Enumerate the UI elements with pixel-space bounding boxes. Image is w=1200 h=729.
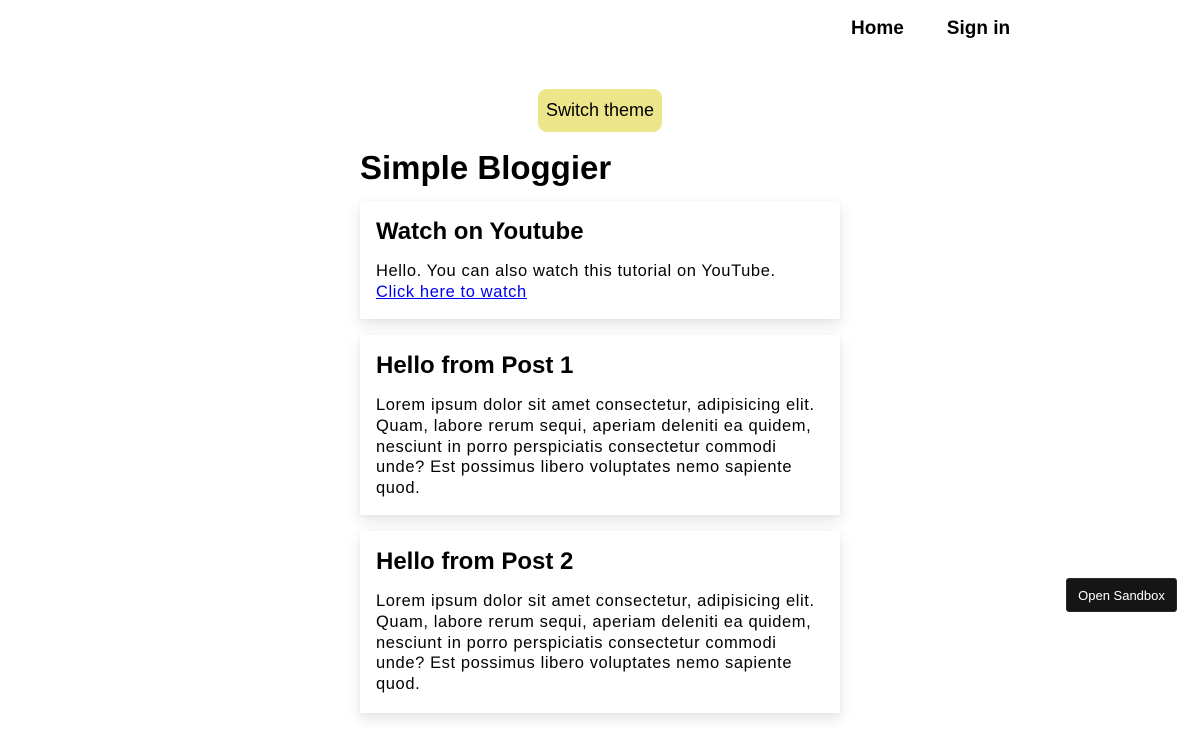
post-body-text: Hello. You can also watch this tutorial … [376,262,776,280]
post-title: Watch on Youtube [376,218,584,245]
watch-youtube-link[interactable]: Click here to watch [376,283,527,301]
page-title: Simple Bloggier [360,149,612,186]
top-nav: Home Sign in [851,17,1010,41]
post-body: Hello. You can also watch this tutorial … [376,261,824,303]
open-sandbox-button[interactable]: Open Sandbox [1066,578,1177,612]
switch-theme-button[interactable]: Switch theme [538,89,662,132]
post-title: Hello from Post 1 [376,352,574,379]
post-card: Watch on Youtube Hello. You can also wat… [360,201,840,319]
post-body: Lorem ipsum dolor sit amet consectetur, … [376,396,815,498]
post-title: Hello from Post 2 [376,548,574,575]
nav-home-link[interactable]: Home [851,17,904,41]
post-card: Hello from Post 1 Lorem ipsum dolor sit … [360,335,840,515]
post-body: Lorem ipsum dolor sit amet consectetur, … [376,592,815,694]
nav-sign-in-link[interactable]: Sign in [947,17,1010,41]
post-list: Watch on Youtube Hello. You can also wat… [360,201,840,729]
post-card: Hello from Post 2 Lorem ipsum dolor sit … [360,531,840,713]
